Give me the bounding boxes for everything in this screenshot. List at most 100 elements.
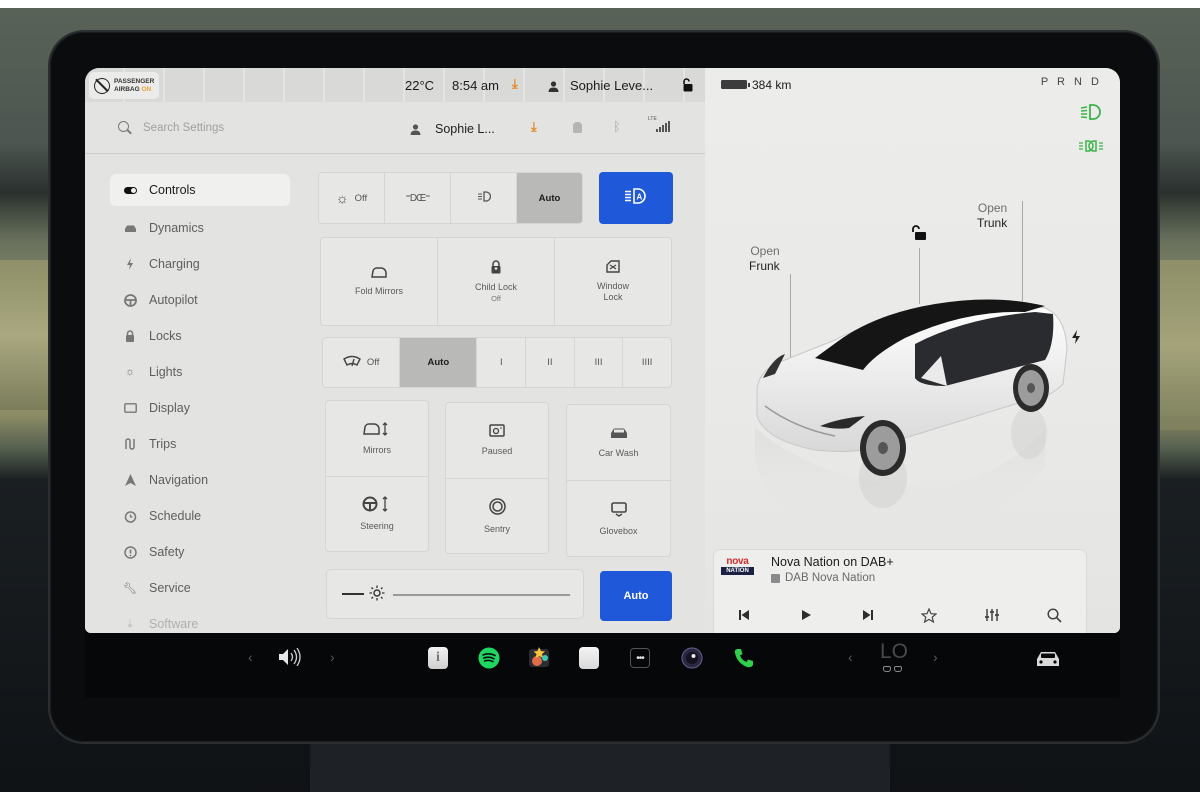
low-beam-indicator-icon [1080,104,1102,125]
glovebox-icon [610,501,627,519]
sidebar-item-controls[interactable]: Controls [110,174,290,206]
dashcam-button[interactable]: Paused [446,403,548,479]
clock: 8:54 am [452,78,499,93]
play-icon[interactable] [794,604,818,626]
previous-track-icon[interactable] [732,604,756,626]
chevron-right-icon[interactable]: › [330,649,335,665]
wipers-speed-2-option[interactable]: II [526,338,575,387]
more-apps-icon[interactable]: ••• [630,648,650,668]
search-settings-input[interactable] [143,118,343,138]
sentry-mode-button[interactable]: Sentry [446,479,548,554]
steering-adjust-button[interactable]: Steering [326,477,428,552]
software-download-icon[interactable]: ⤓ [531,119,537,135]
sidebar-item-label: Software [149,617,199,631]
glovebox-button[interactable]: Glovebox [567,481,670,556]
trunk-pointer-line [1022,201,1023,301]
alert-circle-icon [123,545,137,559]
sidebar-item-lights[interactable]: ☼ Lights [110,354,290,390]
bluetooth-icon[interactable]: ᛒ [613,119,621,134]
temp-increase-chevron-icon[interactable]: › [933,649,938,665]
mirror-lock-tiles: Fold Mirrors Child Lock Off Window Lock [320,237,672,326]
wipers-off-option[interactable]: Off [323,338,401,387]
profile-name[interactable]: Sophie L... [435,122,495,136]
car-unlock-icon[interactable] [911,225,929,246]
parking-lights-option[interactable]: ⁼DŒ⁼ [385,173,451,223]
toybox-app-icon[interactable] [528,646,550,668]
wipers-speed-3-option[interactable]: III [575,338,624,387]
display-brightness-slider[interactable] [326,569,584,619]
mirrors-adjust-button[interactable]: Mirrors [326,401,428,477]
cabin-temperature[interactable]: LO [880,640,908,664]
media-search-icon[interactable] [1042,604,1066,626]
download-icon[interactable]: ⤓ [512,76,518,92]
sidebar-item-label: Charging [149,257,200,271]
range-readout: 384 km [752,78,792,92]
equalizer-icon[interactable] [980,604,1004,626]
car-icon [123,224,137,233]
car-controls-icon[interactable] [1035,650,1061,668]
wrench-icon: 🔧︎ [123,582,137,595]
notification-bell-icon[interactable] [573,122,582,133]
temp-decrease-chevron-icon[interactable]: ‹ [848,649,853,665]
chevron-left-icon[interactable]: ‹ [248,649,253,665]
wipers-speed-1-option[interactable]: I [477,338,527,387]
brightness-auto-button[interactable]: Auto [600,571,672,621]
sidebar-item-safety[interactable]: Safety [110,534,290,570]
child-lock-button[interactable]: Child Lock Off [438,238,555,325]
slider-track [393,594,570,596]
bottom-dock: ‹ › i ••• ‹ LO › [85,633,1120,698]
search-icon [118,121,129,132]
wiper-icon [342,355,361,370]
camera-app-icon[interactable] [681,647,703,669]
mirror-icon [371,266,387,281]
window-lock-button[interactable]: Window Lock [555,238,671,325]
adjust-tiles: Mirrors Steering [325,400,429,552]
wipers-speed-4-option[interactable]: IIII [623,338,671,387]
sun-icon: ☼ [124,366,136,378]
low-beam-option[interactable] [451,173,517,223]
owners-manual-app-icon[interactable]: i [428,647,448,669]
sidebar-item-locks[interactable]: Locks [110,318,290,354]
auto-high-beam-button[interactable]: A [599,172,673,224]
wiper-speed-selector: Off Auto I II III IIII [322,337,672,388]
lights-off-option[interactable]: ☼ Off [319,173,385,223]
seat-heater-icons[interactable] [883,666,902,672]
sidebar-item-charging[interactable]: Charging [110,246,290,282]
favorite-star-icon[interactable] [917,604,941,626]
outside-temperature: 22°C [405,78,435,93]
user-icon[interactable] [410,122,421,140]
lights-auto-option[interactable]: Auto [517,173,582,223]
slider-fill [342,593,364,595]
wipers-auto-option[interactable]: Auto [400,338,478,387]
sidebar-item-schedule[interactable]: Schedule [110,498,290,534]
next-track-icon[interactable] [856,604,880,626]
volume-icon[interactable] [278,648,304,666]
open-frunk-button[interactable]: Open Frunk [749,244,780,274]
sidebar-item-service[interactable]: 🔧︎ Service [110,570,290,606]
brightness-thumb-icon[interactable] [369,585,385,606]
bolt-icon [123,258,137,270]
driver-profile[interactable]: Sophie Leve... [570,78,653,93]
sidebar-item-label: Lights [149,365,183,379]
dashcam-icon [489,424,505,439]
sidebar-item-dynamics[interactable]: Dynamics [110,210,290,246]
now-playing-title[interactable]: Nova Nation on DAB+ [771,555,894,569]
sidebar-item-navigation[interactable]: Navigation [110,462,290,498]
vehicle-panel: 384 km P R N D Open Frunk Open Trunk nov… [705,68,1120,633]
unlocked-padlock-icon[interactable] [682,78,693,97]
car-wash-button[interactable]: Car Wash [567,405,670,481]
open-trunk-button[interactable]: Open Trunk [977,201,1007,231]
sidebar-item-autopilot[interactable]: Autopilot [110,282,290,318]
sidebar-item-trips[interactable]: Trips [110,426,290,462]
fold-mirrors-button[interactable]: Fold Mirrors [321,238,438,325]
sidebar-item-software[interactable]: ⤓ Software [110,606,290,633]
user-icon[interactable] [548,79,559,97]
phone-app-icon[interactable] [733,647,755,669]
vehicle-3d-model[interactable] [745,288,1075,548]
sidebar-item-display[interactable]: Display [110,390,290,426]
calendar-app-icon[interactable] [579,647,599,669]
touchscreen: PASSENGER AIRBAG ON 22°C 8:54 am ⤓ Sophi… [85,68,1120,698]
sidebar-item-label: Trips [149,437,177,451]
spotify-app-icon[interactable] [478,647,500,669]
parking-lights-icon: ⁼DŒ⁼ [405,192,431,204]
